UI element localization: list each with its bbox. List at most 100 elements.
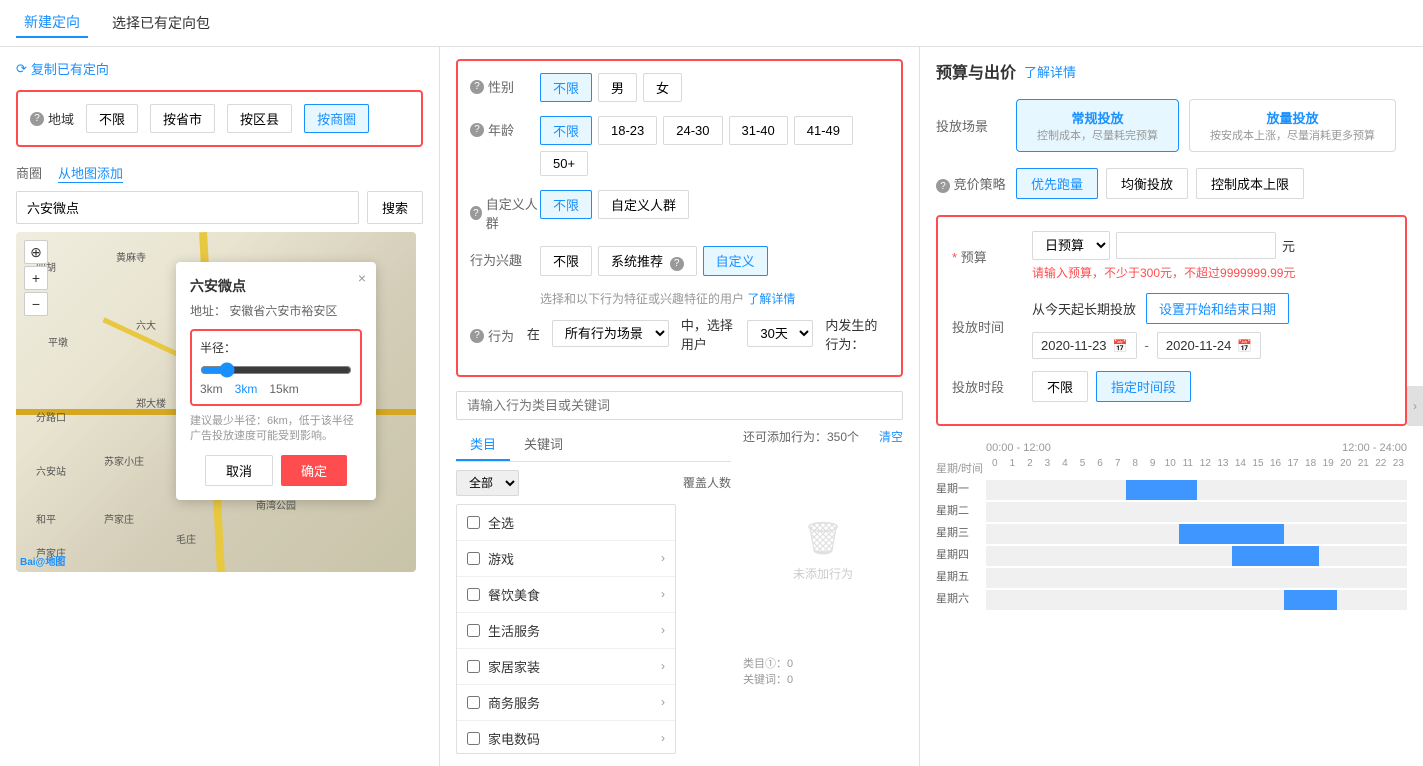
hour-11: 11 (1179, 458, 1197, 478)
clear-behavior-btn[interactable]: 清空 (879, 428, 903, 445)
category-filter-select[interactable]: 全部 (456, 470, 519, 496)
behavior-days-select[interactable]: 30天 (747, 320, 813, 347)
custom-crowd-info-icon[interactable]: ? (470, 206, 482, 220)
age-unlimited-btn[interactable]: 不限 (540, 116, 592, 145)
cat-arrow-life: › (661, 623, 665, 637)
placement-normal-card[interactable]: 常规投放 控制成本，尽量耗完预算 (1016, 99, 1179, 152)
cat-item-business[interactable]: 商务服务 › (457, 685, 675, 721)
time-grid-header: 00:00 - 12:00 12:00 - 24:00 (936, 442, 1407, 454)
cat-item-all[interactable]: 全选 (457, 505, 675, 541)
interest-tab-keyword[interactable]: 关键词 (510, 428, 577, 461)
map-label-17: 毛庄 (176, 531, 196, 546)
map-ctrl-zoom-out[interactable]: − (24, 292, 48, 316)
bid-control-btn[interactable]: 控制成本上限 (1196, 168, 1304, 199)
region-by-circle-btn[interactable]: 按商圈 (304, 104, 369, 133)
custom-unlimited-btn[interactable]: 不限 (540, 190, 592, 219)
map-section: 商圈 从地图添加 搜索 (16, 163, 423, 572)
age-2430-btn[interactable]: 24-30 (663, 116, 722, 145)
map-ctrl-compass[interactable]: ⊕ (24, 240, 48, 264)
tab-existing-targeting[interactable]: 选择已有定向包 (104, 9, 218, 37)
behavior-sys-recommend-btn[interactable]: 系统推荐 ? (598, 246, 697, 276)
bid-info-icon[interactable]: ? (936, 179, 950, 193)
copy-existing-link[interactable]: ⟳ 复制已有定向 (16, 59, 423, 78)
popup-confirm-btn[interactable]: 确定 (281, 455, 347, 486)
cat-item-home[interactable]: 家居家装 › (457, 649, 675, 685)
bid-priority-btn[interactable]: 优先跑量 (1016, 168, 1098, 199)
region-info-icon[interactable]: ? (30, 112, 44, 126)
gender-male-btn[interactable]: 男 (598, 73, 637, 102)
cat-checkbox-home[interactable] (467, 660, 480, 673)
cat-item-electronics[interactable]: 家电数码 › (457, 721, 675, 754)
cat-checkbox-electronics[interactable] (467, 732, 480, 745)
map-search-btn[interactable]: 搜索 (367, 191, 423, 224)
tab-new-targeting[interactable]: 新建定向 (16, 8, 88, 38)
set-date-btn[interactable]: 设置开始和结束日期 (1146, 293, 1289, 324)
detail-link[interactable]: 了解详情 (1024, 62, 1076, 81)
custom-crowd-btn[interactable]: 自定义人群 (598, 190, 689, 219)
placement-options: 常规投放 控制成本，尽量耗完预算 放量投放 按安成本上涨，尽量消耗更多预算 (1016, 99, 1396, 152)
age-50plus-btn[interactable]: 50+ (540, 151, 588, 176)
popup-close-btn[interactable]: × (358, 270, 366, 286)
delivery-time-label: 投放时间 (952, 317, 1032, 336)
cat-checkbox-game[interactable] (467, 552, 480, 565)
cat-item-game[interactable]: 游戏 › (457, 541, 675, 577)
start-date-input[interactable]: 2020-11-23 📅 (1032, 332, 1137, 359)
sys-recommend-info-icon[interactable]: ? (670, 257, 684, 271)
cat-checkbox-life[interactable] (467, 624, 480, 637)
age-4149-btn[interactable]: 41-49 (794, 116, 853, 145)
behavior-in-text: 在 (527, 324, 540, 343)
cat-item-food[interactable]: 餐饮美食 › (457, 577, 675, 613)
hour-0: 0 (986, 458, 1004, 478)
delivery-time-row: 投放时间 从今天起长期投放 设置开始和结束日期 2020-11-23 📅 - (952, 293, 1391, 359)
cat-checkbox-food[interactable] (467, 588, 480, 601)
category-count: 类目①：0 (743, 655, 903, 671)
end-cal-icon: 📅 (1237, 339, 1252, 353)
popup-cancel-btn[interactable]: 取消 (205, 455, 273, 486)
period-unlimited-btn[interactable]: 不限 (1032, 371, 1088, 402)
region-unlimited-btn[interactable]: 不限 (86, 104, 138, 133)
behavior-interest-row: 行为兴趣 不限 系统推荐 ? 自定义 (470, 246, 889, 276)
weekday-label-col: 星期/时间 星期一 星期二 星期三 星期四 星期五 星期六 (936, 458, 986, 612)
bid-balanced-btn[interactable]: 均衡投放 (1106, 168, 1188, 199)
cat-item-life[interactable]: 生活服务 › (457, 613, 675, 649)
hour-10: 10 (1161, 458, 1179, 478)
cat-checkbox-business[interactable] (467, 696, 480, 709)
gender-label: ? 性别 (470, 73, 540, 96)
region-by-province-btn[interactable]: 按省市 (150, 104, 215, 133)
map-ctrl-zoom-in[interactable]: + (24, 266, 48, 290)
time-grid-section: 00:00 - 12:00 12:00 - 24:00 星期/时间 星期一 星期… (936, 442, 1407, 612)
placement-volume-card[interactable]: 放量投放 按安成本上涨，尽量消耗更多预算 (1189, 99, 1396, 152)
behavior-scene-select[interactable]: 所有行为场景 (552, 320, 669, 347)
region-by-district-btn[interactable]: 按区县 (227, 104, 292, 133)
behavior-learn-more[interactable]: 了解详情 (747, 292, 795, 306)
radius-3km-1[interactable]: 3km (200, 382, 223, 396)
behavior-keyword-input[interactable] (456, 391, 903, 420)
budget-type-select[interactable]: 日预算 (1032, 231, 1110, 260)
period-specified-btn[interactable]: 指定时间段 (1096, 371, 1191, 402)
gender-female-btn[interactable]: 女 (643, 73, 682, 102)
budget-input-group: 日预算 元 (1032, 231, 1391, 260)
radius-slider[interactable] (200, 362, 352, 378)
budget-hint: 请输入预算，不少于300元，不超过9999999.99元 (1032, 264, 1391, 281)
gender-info-icon[interactable]: ? (470, 80, 484, 94)
end-date-input[interactable]: 2020-11-24 📅 (1157, 332, 1262, 359)
behavior-unlimited-btn[interactable]: 不限 (540, 246, 592, 276)
grid-row-tue (986, 502, 1407, 522)
radius-15km[interactable]: 15km (269, 382, 298, 396)
radius-3km-2[interactable]: 3km (235, 382, 258, 396)
behavior-custom-btn[interactable]: 自定义 (703, 246, 768, 276)
gender-unlimited-btn[interactable]: 不限 (540, 73, 592, 102)
map-label-13: 芦家庄 (104, 511, 134, 526)
interest-tab-category[interactable]: 类目 (456, 428, 510, 461)
map-tab-business[interactable]: 商圈 (16, 163, 42, 183)
age-1823-btn[interactable]: 18-23 (598, 116, 657, 145)
age-info-icon[interactable]: ? (470, 123, 484, 137)
behavior-info-icon[interactable]: ? (470, 329, 484, 343)
map-search-input[interactable] (16, 191, 359, 224)
budget-amount-input[interactable] (1116, 232, 1276, 259)
hour-12: 12 (1197, 458, 1215, 478)
map-tab-from-map[interactable]: 从地图添加 (58, 163, 123, 183)
scroll-right-arrow[interactable]: › (1407, 386, 1423, 426)
age-3140-btn[interactable]: 31-40 (729, 116, 788, 145)
cat-checkbox-all[interactable] (467, 516, 480, 529)
